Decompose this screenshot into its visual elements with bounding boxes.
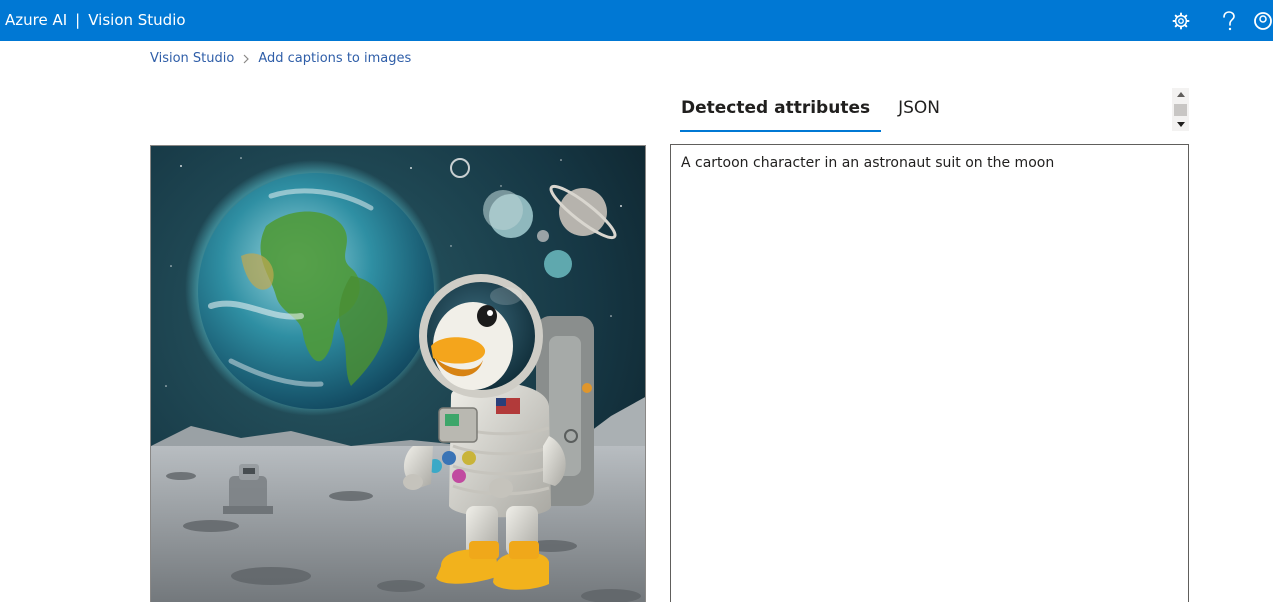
tab-detected-attributes[interactable]: Detected attributes xyxy=(670,92,882,132)
uploaded-image-panel xyxy=(150,145,646,602)
brand-divider: | xyxy=(75,11,81,29)
detected-attributes-panel: A cartoon character in an astronaut suit… xyxy=(670,144,1189,602)
help-icon xyxy=(1223,10,1235,30)
account-icon xyxy=(1254,11,1272,30)
astronaut-duck-on-moon-image xyxy=(151,146,645,602)
app-brand[interactable]: Azure AI | Vision Studio xyxy=(0,0,186,41)
top-app-bar: Azure AI | Vision Studio xyxy=(0,0,1273,41)
chevron-right-icon xyxy=(243,54,250,64)
scroll-up-button[interactable] xyxy=(1172,88,1189,101)
settings-button[interactable] xyxy=(1157,0,1205,41)
gear-icon xyxy=(1172,12,1190,29)
caret-down-icon xyxy=(1176,122,1185,127)
scroll-thumb[interactable] xyxy=(1174,104,1187,116)
tabs-scrollbar[interactable] xyxy=(1172,88,1189,131)
caret-up-icon xyxy=(1176,92,1185,97)
brand-secondary: Vision Studio xyxy=(88,11,186,29)
account-button[interactable] xyxy=(1253,0,1273,41)
scroll-down-button[interactable] xyxy=(1172,118,1189,131)
help-button[interactable] xyxy=(1205,0,1253,41)
breadcrumb-link-vision-studio[interactable]: Vision Studio xyxy=(150,51,234,66)
breadcrumb-link-add-captions[interactable]: Add captions to images xyxy=(258,51,411,66)
breadcrumb: Vision Studio Add captions to images xyxy=(150,51,411,66)
tab-json[interactable]: JSON xyxy=(887,92,951,132)
caption-text: A cartoon character in an astronaut suit… xyxy=(681,155,1055,171)
header-actions xyxy=(1157,0,1273,41)
brand-primary: Azure AI xyxy=(5,11,68,29)
result-tabs: Detected attributes JSON xyxy=(670,92,951,132)
